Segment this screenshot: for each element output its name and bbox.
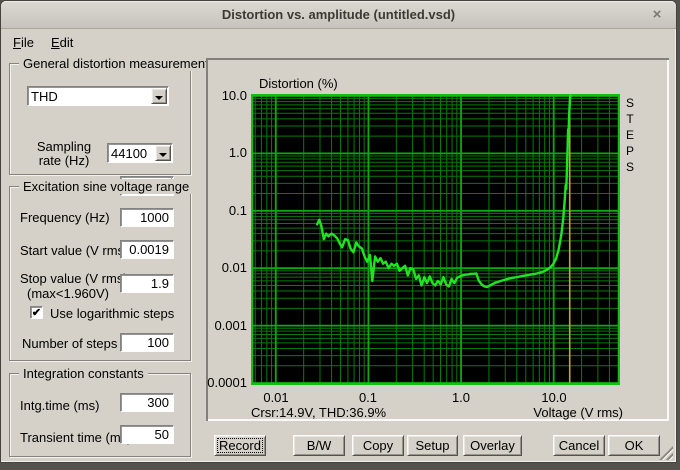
intg-time-input[interactable] <box>120 393 174 412</box>
distortion-chart[interactable] <box>251 94 620 385</box>
checkmark-icon: ✔ <box>31 307 42 319</box>
y-tick-label: 0.1 <box>228 203 247 218</box>
resize-grip[interactable] <box>659 446 673 460</box>
menu-file[interactable]: File <box>8 34 39 51</box>
x-tick-label: 10.0 <box>541 390 567 405</box>
setup-button[interactable]: Setup <box>407 435 458 456</box>
x-tick-label: 0.01 <box>263 390 289 405</box>
cancel-button[interactable]: Cancel <box>553 435 605 456</box>
log-steps-label: Use logarithmic steps <box>50 306 175 321</box>
start-value-input[interactable] <box>120 240 174 259</box>
ok-button[interactable]: OK <box>608 435 660 456</box>
menu-edit[interactable]: Edit <box>46 34 78 51</box>
title-bar[interactable]: Distortion vs. amplitude (untitled.vsd) … <box>1 1 676 29</box>
overlay-button[interactable]: Overlay <box>463 435 522 456</box>
transient-time-input[interactable] <box>120 425 174 444</box>
y-tick-label: 0.001 <box>214 318 247 333</box>
cursor-readout: Crsr:14.9V, THD:36.9% <box>251 405 387 420</box>
plot-panel: Distortion (%) 10.0 1.0 0.1 0.01 0.001 0… <box>206 58 669 421</box>
y-tick-label: 0.0001 <box>207 375 247 390</box>
x-axis-label: Voltage (V rms) <box>533 405 623 420</box>
frequency-label: Frequency (Hz) <box>20 210 110 225</box>
menu-bar: File Edit <box>3 30 675 53</box>
stop-value-note: (max<1.960V) <box>27 286 110 301</box>
close-icon[interactable]: × <box>648 6 666 24</box>
y-tick-label: 10.0 <box>221 88 247 103</box>
log-steps-checkbox[interactable]: ✔ <box>30 306 43 319</box>
group-excitation-legend: Excitation sine voltage range <box>19 179 194 194</box>
sampling-rate-select[interactable]: 44100 <box>107 143 173 163</box>
window-title: Distortion vs. amplitude (untitled.vsd) <box>221 7 456 22</box>
group-general-distortion: General distortion measurement THD Respo… <box>9 56 213 196</box>
measurement-select[interactable]: THD <box>27 86 169 106</box>
copy-button[interactable]: Copy <box>352 435 404 456</box>
group-integration-legend: Integration constants <box>19 366 148 381</box>
measurement-value: THD <box>31 89 58 104</box>
y-tick-label: 1.0 <box>228 145 247 160</box>
group-excitation-range: Excitation sine voltage range Frequency … <box>9 179 194 361</box>
bw-button[interactable]: B/W <box>293 435 345 456</box>
group-general-legend: General distortion measurement <box>19 56 213 71</box>
stop-value-input[interactable] <box>120 274 174 293</box>
dialog-window: Distortion vs. amplitude (untitled.vsd) … <box>0 0 677 463</box>
group-integration-constants: Integration constants Intg.time (ms) Tra… <box>9 366 191 457</box>
number-of-steps-label: Number of steps <box>22 336 118 351</box>
x-tick-label: 0.1 <box>358 390 378 405</box>
chevron-down-icon[interactable] <box>155 145 171 161</box>
y-tick-label: 0.01 <box>221 260 247 275</box>
frequency-input[interactable] <box>120 208 174 227</box>
sampling-rate-label: Sampling rate (Hz) <box>36 139 92 168</box>
stop-value-label: Stop value (V rms) <box>20 271 128 286</box>
sampling-rate-value: 44100 <box>111 146 148 161</box>
intg-time-label: Intg.time (ms) <box>20 398 100 413</box>
start-value-label: Start value (V rms) <box>20 243 129 258</box>
steps-axis-label: STEPS <box>623 96 637 176</box>
plot-title: Distortion (%) <box>259 76 338 91</box>
chevron-down-icon[interactable] <box>151 88 167 104</box>
transient-time-label: Transient time (ms) <box>20 430 132 445</box>
x-tick-label: 1.0 <box>451 390 471 405</box>
number-of-steps-input[interactable] <box>120 333 174 352</box>
record-button[interactable]: Record <box>214 435 266 456</box>
